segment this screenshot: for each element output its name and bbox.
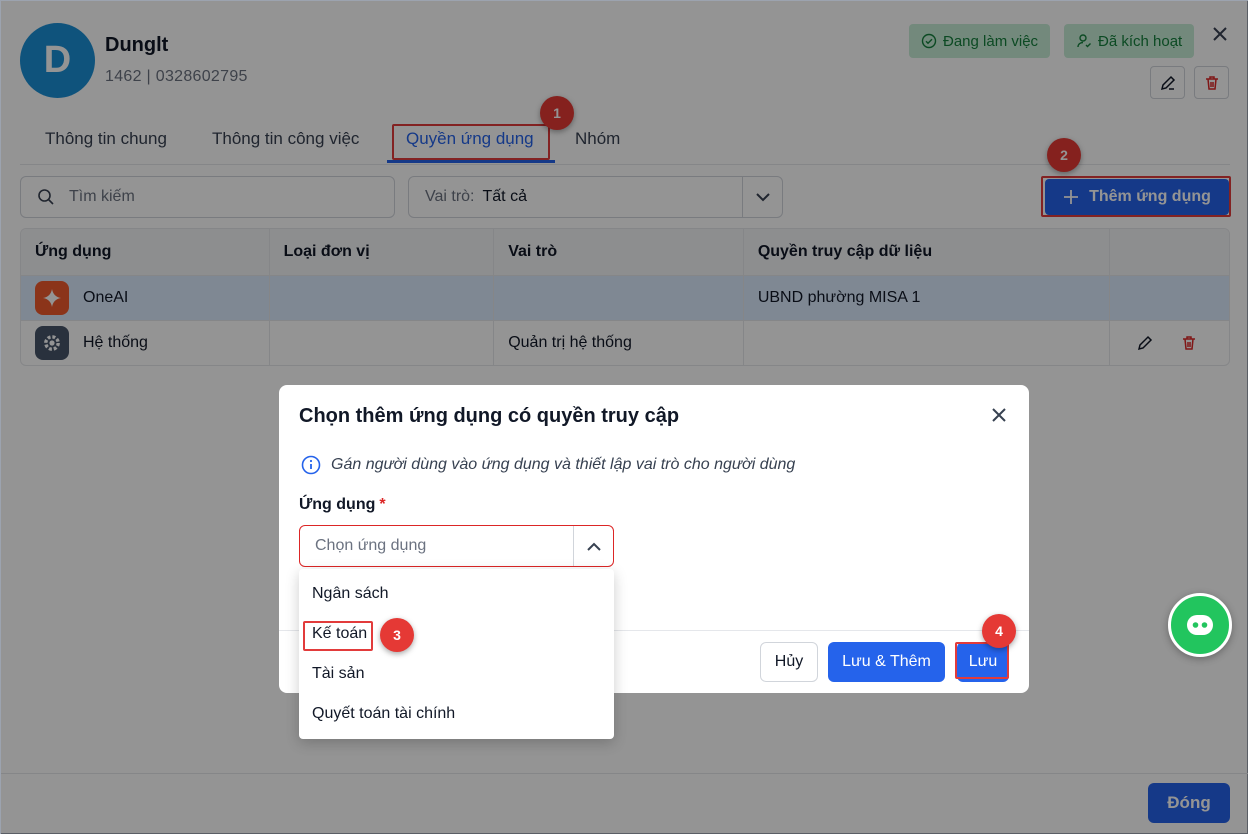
step-marker-3: 3 <box>380 618 414 652</box>
info-icon <box>301 455 321 475</box>
option-budget[interactable]: Ngân sách <box>312 585 389 603</box>
option-financial-settlement[interactable]: Quyết toán tài chính <box>312 705 455 723</box>
user-detail-window: D Dunglt 1462 | 0328602795 Đang làm việc… <box>0 0 1248 834</box>
chatbot-face-icon <box>1187 615 1213 635</box>
dialog-close-icon[interactable] <box>989 405 1009 425</box>
dialog-info: Gán người dùng vào ứng dụng và thiết lập… <box>301 455 795 475</box>
app-select[interactable]: Chọn ứng dụng <box>299 525 614 567</box>
dialog-title: Chọn thêm ứng dụng có quyền truy cập <box>299 405 680 427</box>
chatbot-button[interactable] <box>1168 593 1232 657</box>
step-marker-4: 4 <box>982 614 1016 648</box>
app-field-label-text: Ứng dụng <box>299 496 376 513</box>
required-mark: * <box>379 496 386 513</box>
dialog-info-text: Gán người dùng vào ứng dụng và thiết lập… <box>331 456 796 473</box>
highlight-accounting <box>303 621 373 651</box>
app-select-placeholder: Chọn ứng dụng <box>315 537 427 554</box>
save-and-add-button[interactable]: Lưu & Thêm <box>828 642 945 682</box>
cancel-button[interactable]: Hủy <box>760 642 818 682</box>
chevron-up-icon[interactable] <box>573 526 613 566</box>
option-assets[interactable]: Tài sản <box>312 665 364 683</box>
app-field-label: Ứng dụng * <box>299 496 386 514</box>
app-options-dropdown: Ngân sách Kế toán Tài sản Quyết toán tài… <box>299 569 614 739</box>
